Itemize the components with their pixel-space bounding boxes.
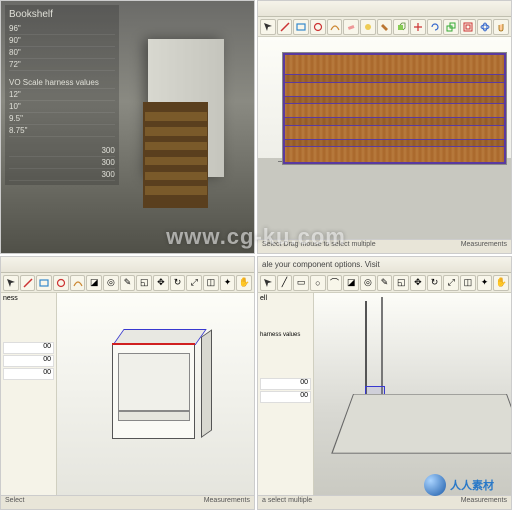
value-field[interactable]: 00 [3,342,54,354]
eraser-tool-icon[interactable]: ◪ [343,275,359,291]
pan-tool-icon[interactable]: ✋ [236,275,252,291]
select-tool-icon[interactable] [260,275,276,291]
rotate-tool-icon[interactable]: ↻ [427,275,443,291]
move-tool-icon[interactable] [410,19,426,35]
main-toolbar [258,17,511,37]
cabinet-component[interactable] [283,53,506,164]
circle-tool-icon[interactable] [53,275,69,291]
width-option[interactable]: 9.5" [9,113,115,125]
status-hint: Select [5,497,24,508]
logo-orb-icon [424,474,446,496]
window-titlebar [1,257,254,273]
offset-tool-icon[interactable]: ◫ [203,275,219,291]
status-bar: Select Measurements [1,495,254,509]
viewport[interactable] [258,37,511,239]
window-titlebar: ale your component options. Visit [258,257,511,273]
tape-tool-icon[interactable] [360,19,376,35]
tape-tool-icon[interactable]: ◎ [360,275,376,291]
height-option[interactable]: 90" [9,35,115,47]
width-option[interactable]: 10" [9,101,115,113]
badge: 300 [9,157,115,169]
rendered-preview-panel: Bookshelf 96" 90" 80" 72" VO Scale harne… [0,0,255,254]
line-tool-icon[interactable] [20,275,36,291]
eraser-tool-icon[interactable] [343,19,359,35]
header-hint: ale your component options. Visit [262,260,380,269]
pushpull-tool-icon[interactable]: ◱ [136,275,152,291]
shelf-face[interactable] [332,394,512,453]
line-tool-icon[interactable]: ╱ [277,275,293,291]
status-hint: a select multiple [262,497,312,508]
arc-tool-icon[interactable] [327,19,343,35]
value-field[interactable]: 00 [260,391,311,403]
side-label: ness [3,295,54,302]
pushpull-tool-icon[interactable] [393,19,409,35]
pan-tool-icon[interactable]: ✋ [493,275,509,291]
measurements-label: Measurements [461,241,507,252]
value-field[interactable]: 00 [260,378,311,390]
rotate-tool-icon[interactable] [427,19,443,35]
paint-tool-icon[interactable]: ✎ [120,275,136,291]
bookshelf-model [143,102,209,208]
rect-tool-icon[interactable]: ▭ [293,275,309,291]
measurements-label: Measurements [461,497,507,508]
main-toolbar: ◪ ◎ ✎ ◱ ✥ ↻ ⤢ ◫ ✦ ✋ [1,273,254,293]
sketchup-panel-cabinet: Select Drag mouse to select multiple Mea… [257,0,512,254]
component-options-overlay[interactable]: Bookshelf 96" 90" 80" 72" VO Scale harne… [5,5,119,185]
select-tool-icon[interactable] [260,19,276,35]
paint-tool-icon[interactable]: ✎ [377,275,393,291]
pan-tool-icon[interactable] [493,19,509,35]
status-hint: Select Drag mouse to select multiple [262,241,376,252]
line-tool-icon[interactable] [277,19,293,35]
width-option[interactable]: 12" [9,89,115,101]
pushpull-tool-icon[interactable]: ◱ [393,275,409,291]
height-option[interactable]: 72" [9,59,115,71]
box-component[interactable] [112,329,207,446]
height-option[interactable]: 96" [9,23,115,35]
sketchup-panel-box: ◪ ◎ ✎ ◱ ✥ ↻ ⤢ ◫ ✦ ✋ ness 00 00 00 [0,256,255,510]
section-label: VO Scale harness values [9,77,115,89]
circle-tool-icon[interactable]: ○ [310,275,326,291]
measurements-label: Measurements [204,497,250,508]
status-bar: a select multiple Measurements [258,495,511,509]
options-sidebar[interactable]: ell harness values 00 00 [258,293,314,495]
status-bar: Select Drag mouse to select multiple Mea… [258,239,511,253]
value-field[interactable]: 00 [3,368,54,380]
side-label: ell [260,295,311,302]
rect-tool-icon[interactable] [36,275,52,291]
scale-tool-icon[interactable]: ⤢ [186,275,202,291]
viewport[interactable] [57,293,254,495]
options-sidebar[interactable]: ness 00 00 00 [1,293,57,495]
paint-tool-icon[interactable] [377,19,393,35]
arc-tool-icon[interactable] [70,275,86,291]
circle-tool-icon[interactable] [310,19,326,35]
scale-tool-icon[interactable]: ⤢ [443,275,459,291]
source-logo: 人人素材 [424,474,494,496]
move-tool-icon[interactable]: ✥ [410,275,426,291]
sketchup-panel-joint: ale your component options. Visit ╱ ▭ ○ … [257,256,512,510]
overlay-title: Bookshelf [9,9,115,20]
logo-text: 人人素材 [450,477,494,493]
width-option[interactable]: 8.75" [9,125,115,137]
eraser-tool-icon[interactable]: ◪ [86,275,102,291]
scale-tool-icon[interactable] [443,19,459,35]
orbit-tool-icon[interactable]: ✦ [477,275,493,291]
height-option[interactable]: 80" [9,47,115,59]
window-titlebar [258,1,511,17]
value-field[interactable]: 00 [3,355,54,367]
orbit-tool-icon[interactable]: ✦ [220,275,236,291]
offset-tool-icon[interactable]: ◫ [460,275,476,291]
rect-tool-icon[interactable] [293,19,309,35]
orbit-tool-icon[interactable] [477,19,493,35]
badge: 300 [9,169,115,181]
tape-tool-icon[interactable]: ◎ [103,275,119,291]
move-tool-icon[interactable]: ✥ [153,275,169,291]
arc-tool-icon[interactable]: ⌒ [327,275,343,291]
main-toolbar: ╱ ▭ ○ ⌒ ◪ ◎ ✎ ◱ ✥ ↻ ⤢ ◫ ✦ ✋ [258,273,511,293]
rotate-tool-icon[interactable]: ↻ [170,275,186,291]
select-tool-icon[interactable] [3,275,19,291]
badge: 300 [9,145,115,157]
viewport[interactable] [314,293,511,495]
offset-tool-icon[interactable] [460,19,476,35]
